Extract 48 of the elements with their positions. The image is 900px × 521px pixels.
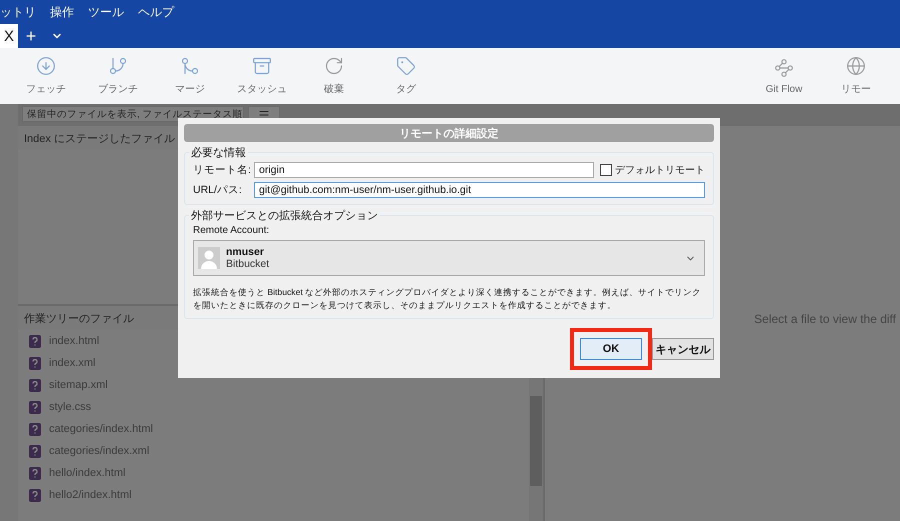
toolbar-button[interactable]: ブランチ xyxy=(82,56,154,96)
filter-dropdown[interactable]: 保留中のファイルを表示, ファイルステータス順 xyxy=(22,106,244,122)
toolbar-button[interactable]: タグ xyxy=(370,56,442,96)
globe-icon xyxy=(846,56,866,76)
toolbar-button[interactable]: 破棄 xyxy=(298,56,370,96)
question-icon xyxy=(29,378,41,392)
field-label: URL/パス: xyxy=(193,183,243,197)
dialog-button[interactable]: OK xyxy=(580,338,642,360)
field-label: Remote Account: xyxy=(193,225,270,236)
question-icon xyxy=(29,466,41,480)
menu-item[interactable]: ヘルプ xyxy=(138,4,174,20)
checkbox-label: デフォルトリモート xyxy=(615,164,705,177)
scrollbar-thumb[interactable] xyxy=(530,396,542,486)
avatar-icon xyxy=(198,247,220,269)
account-dropdown[interactable]: nmuser Bitbucket xyxy=(193,240,705,276)
tag-icon xyxy=(396,56,416,76)
menu-item[interactable]: 操作 xyxy=(50,4,74,20)
refresh-icon xyxy=(324,56,344,76)
toolbar-button[interactable]: Git Flow xyxy=(748,58,820,94)
dialog-button[interactable]: キャンセル xyxy=(652,338,714,360)
group-title: 外部サービスとの拡張統合オプション xyxy=(190,208,379,223)
account-name: nmuser xyxy=(226,246,265,258)
merge-icon xyxy=(180,56,200,76)
question-icon xyxy=(29,334,41,348)
dialog-title: リモートの詳細設定 xyxy=(184,124,714,142)
empty-diff-message: Select a file to view the diff xyxy=(754,312,896,326)
branch-icon xyxy=(108,56,128,76)
download-icon xyxy=(36,56,56,76)
field-label: リモート名: xyxy=(193,163,251,177)
new-tab-button[interactable]: + xyxy=(18,24,44,48)
toolbar-button[interactable]: フェッチ xyxy=(10,56,82,96)
question-icon xyxy=(29,356,41,370)
menu-item[interactable]: ットリ xyxy=(0,4,36,20)
toolbar-button[interactable]: リモー xyxy=(820,56,892,96)
toolbar-button[interactable]: マージ xyxy=(154,56,226,96)
close-tab-button[interactable]: X xyxy=(0,24,18,48)
archive-icon xyxy=(252,56,272,76)
menu-item[interactable]: ツール xyxy=(88,4,124,20)
question-icon xyxy=(29,400,41,414)
question-icon xyxy=(29,488,41,502)
toolbar-button[interactable]: スタッシュ xyxy=(226,56,298,96)
question-icon xyxy=(29,444,41,458)
flow-icon xyxy=(774,58,794,78)
url-field[interactable]: git@github.com:nm-user/nm-user.github.io.git xyxy=(254,182,705,198)
remote-name-field[interactable]: origin xyxy=(254,162,594,178)
account-service: Bitbucket xyxy=(226,258,270,270)
question-icon xyxy=(29,422,41,436)
checkbox[interactable] xyxy=(600,164,612,176)
